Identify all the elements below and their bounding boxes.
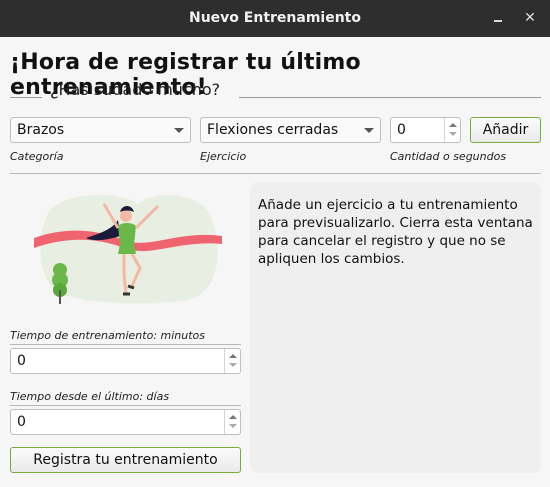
subtitle-rule-left bbox=[10, 97, 42, 98]
days-stepper[interactable] bbox=[224, 410, 240, 434]
category-select[interactable]: Brazos bbox=[10, 117, 191, 143]
add-exercise-button[interactable]: Añadir bbox=[470, 117, 541, 143]
window-title: Nuevo Entrenamiento bbox=[189, 10, 361, 26]
quantity-caption: Cantidad o segundos bbox=[390, 150, 507, 163]
minutes-stepper[interactable] bbox=[224, 349, 240, 373]
preview-panel: Añade un ejercicio a tu entrenamiento pa… bbox=[250, 182, 541, 473]
minimize-button[interactable] bbox=[488, 8, 508, 28]
title-bar: Nuevo Entrenamiento ✕ bbox=[0, 0, 550, 37]
chevron-down-icon bbox=[364, 128, 374, 133]
register-training-button[interactable]: Registra tu entrenamiento bbox=[10, 447, 241, 473]
section-divider bbox=[10, 173, 541, 174]
stepper-up-icon[interactable] bbox=[229, 415, 237, 419]
subtitle-rule-right bbox=[239, 97, 541, 98]
stepper-up-icon[interactable] bbox=[449, 123, 457, 127]
chevron-down-icon bbox=[174, 128, 184, 133]
days-label: Tiempo desde el último: días bbox=[10, 390, 170, 403]
stepper-down-icon[interactable] bbox=[229, 424, 237, 428]
tree-icon bbox=[52, 263, 68, 304]
days-input[interactable] bbox=[17, 414, 57, 430]
quantity-input[interactable] bbox=[397, 122, 437, 138]
quantity-stepper[interactable] bbox=[444, 118, 460, 142]
exercise-select-value: Flexiones cerradas bbox=[207, 122, 339, 138]
minutes-label: Tiempo de entrenamiento: minutos bbox=[10, 329, 206, 342]
category-select-value: Brazos bbox=[17, 122, 65, 138]
exercise-select[interactable]: Flexiones cerradas bbox=[200, 117, 381, 143]
days-spinbox[interactable] bbox=[10, 409, 241, 435]
dialog-window: Nuevo Entrenamiento ✕ ¡Hora de registrar… bbox=[0, 0, 550, 487]
days-rule bbox=[10, 405, 241, 406]
preview-placeholder-text: Añade un ejercicio a tu entrenamiento pa… bbox=[258, 197, 533, 267]
exercise-caption: Ejercicio bbox=[200, 150, 247, 163]
minutes-input[interactable] bbox=[17, 353, 57, 369]
category-caption: Categoría bbox=[10, 150, 64, 163]
runner-finish-line-illustration bbox=[34, 194, 222, 304]
close-button[interactable]: ✕ bbox=[520, 8, 540, 28]
quantity-spinbox[interactable] bbox=[390, 117, 461, 143]
stepper-up-icon[interactable] bbox=[229, 354, 237, 358]
minutes-spinbox[interactable] bbox=[10, 348, 241, 374]
minutes-rule bbox=[10, 344, 241, 345]
stepper-down-icon[interactable] bbox=[449, 132, 457, 136]
stepper-down-icon[interactable] bbox=[229, 363, 237, 367]
page-subtitle: ¿Has sudado mucho? bbox=[50, 80, 221, 99]
